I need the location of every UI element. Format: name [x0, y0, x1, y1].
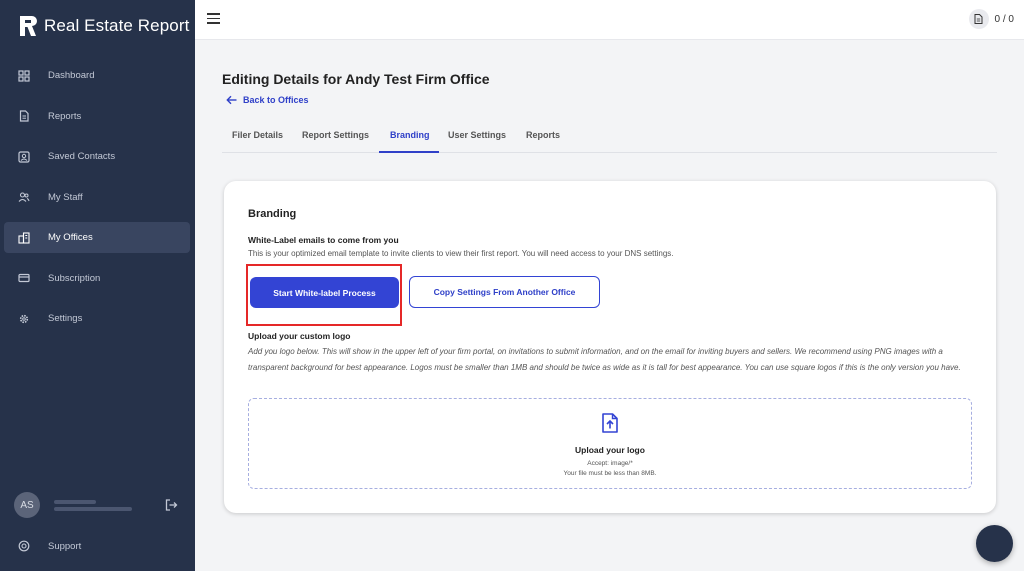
active-tab-indicator — [379, 151, 439, 153]
logo-heading: Upload your custom logo — [248, 331, 351, 341]
sidebar-item-my-offices[interactable]: My Offices — [4, 222, 190, 253]
staff-icon — [18, 191, 30, 203]
tab-branding[interactable]: Branding — [390, 130, 430, 140]
gear-icon — [18, 313, 30, 325]
copy-settings-button[interactable]: Copy Settings From Another Office — [409, 276, 600, 308]
whitelabel-heading: White-Label emails to come from you — [248, 235, 399, 245]
report-counter[interactable]: 0 / 0 — [968, 9, 1014, 29]
tab-user-settings[interactable]: User Settings — [448, 130, 506, 140]
credit-card-icon — [18, 272, 30, 284]
counter-value: 0 / 0 — [994, 13, 1014, 25]
sidebar-item-reports[interactable]: Reports — [4, 101, 190, 132]
dashboard-icon — [18, 69, 30, 82]
chat-fab-button[interactable] — [976, 525, 1013, 562]
offices-icon — [18, 231, 30, 244]
sidebar-item-label: My Staff — [48, 191, 83, 203]
sidebar-nav: Dashboard Reports Saved Contacts My Staf… — [4, 60, 190, 344]
support-link[interactable]: Support — [18, 540, 81, 552]
page-title: Editing Details for Andy Test Firm Offic… — [222, 71, 490, 87]
brand-logo-icon — [20, 16, 37, 36]
upload-file-icon — [602, 413, 618, 433]
upload-accept-text: Accept: image/* — [587, 460, 633, 467]
sidebar-item-subscription[interactable]: Subscription — [4, 263, 190, 294]
card-title: Branding — [248, 208, 297, 220]
tab-reports[interactable]: Reports — [526, 130, 560, 140]
sidebar-item-dashboard[interactable]: Dashboard — [4, 60, 190, 91]
user-info-redacted — [54, 497, 149, 514]
document-icon — [18, 110, 30, 122]
support-label: Support — [48, 540, 82, 552]
topbar: 0 / 0 — [195, 0, 1024, 40]
back-to-offices-link[interactable]: Back to Offices — [226, 95, 309, 105]
upload-title: Upload your logo — [575, 445, 645, 455]
tab-filer-details[interactable]: Filer Details — [232, 130, 283, 140]
sidebar-item-label: Subscription — [48, 272, 101, 284]
start-whitelabel-button[interactable]: Start White-label Process — [250, 277, 399, 308]
sidebar-item-saved-contacts[interactable]: Saved Contacts — [4, 141, 190, 172]
arrow-left-icon — [226, 95, 237, 105]
sidebar-item-label: Saved Contacts — [48, 151, 116, 162]
avatar: AS — [14, 492, 40, 518]
whitelabel-description: This is your optimized email template to… — [248, 249, 674, 258]
support-icon — [18, 540, 30, 552]
document-icon — [968, 9, 989, 29]
sidebar-item-label: My Offices — [48, 232, 93, 243]
menu-icon[interactable] — [207, 13, 220, 25]
sidebar-item-settings[interactable]: Settings — [4, 303, 190, 334]
sidebar: Real Estate Report Dashboard Reports Sav… — [0, 0, 195, 571]
sidebar-item-label: Settings — [48, 313, 83, 324]
logout-icon[interactable] — [164, 498, 178, 512]
sidebar-item-label: Reports — [48, 110, 82, 122]
sidebar-item-label: Dashboard — [48, 70, 95, 81]
upload-size-text: Your file must be less than 8MB. — [563, 470, 657, 477]
branding-card: Branding White-Label emails to come from… — [224, 181, 996, 513]
user-profile[interactable]: AS — [14, 492, 184, 518]
logo-dropzone[interactable]: Upload your logo Accept: image/* Your fi… — [248, 398, 972, 489]
logo-description: Add you logo below. This will show in th… — [248, 347, 961, 372]
app-title: Real Estate Report — [44, 16, 190, 35]
brand[interactable]: Real Estate Report — [18, 14, 189, 38]
sidebar-item-my-staff[interactable]: My Staff — [4, 182, 190, 213]
tab-bar: Filer Details Report Settings Branding U… — [222, 122, 997, 153]
tab-report-settings[interactable]: Report Settings — [302, 130, 369, 140]
back-link-label: Back to Offices — [243, 95, 309, 105]
contacts-icon — [18, 150, 30, 163]
